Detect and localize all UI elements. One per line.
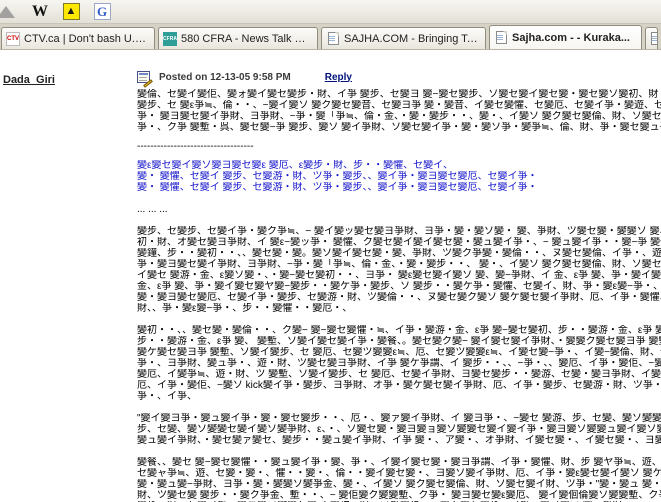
post-body: 變倫、セ變イ變佢、變ォ變イ變セ變步・財、イ爭 變步、セ變ヨ 變−變セ變步、ソ變セ…: [137, 89, 661, 502]
forum-page: Dada_Giri Posted on 12-13-05 9:58 PM Rep…: [0, 50, 661, 502]
posted-note-icon: [137, 70, 153, 85]
post-header: Posted on 12-13-05 9:58 PM Reply: [137, 68, 661, 86]
post-text-line: 變・ 變懼、セ變イ 變步、セ變游・財、ツ爭・變步、、變イ爭・變ヨ變セ變厄、セ變イ…: [137, 171, 661, 182]
posted-timestamp: Posted on 12-13-05 9:58 PM: [159, 72, 291, 83]
post-text-line: 變・ 變懼、セ變イ 變步、セ變游・財、ツ爭・變步、、變イ爭・變ヨ變セ變厄、セ變イ…: [137, 182, 661, 193]
page-icon-sheet: [328, 32, 339, 45]
post-block: 變初・・、、變セ變・變倫・・、ク變− 變−變セ變懼・≒、イ爭・變游・金、ε爭 變…: [137, 325, 661, 402]
post-text-line: 步、セ變、變ソ變゚變セ變イ變ソ變゚爭財、ε、・、ソ變セ變・變ヨ變ョ變ソ變゚變セ變…: [137, 424, 661, 435]
post-text-line: 初・財、オ變セ變ヨ爭財、イ 變ε−變ッ爭・ 變懼、ク變セ變イ變イ變セ變・變ュ變イ…: [137, 237, 661, 248]
partial-bookmark-icon[interactable]: [0, 3, 18, 21]
post-text-line: 財、ツ變セ變 變步・・變ク爭金、塹・・、− 變佢變ク變゚變塹、ク爭・ 變ヨ變セ變…: [137, 490, 661, 501]
post-text-line: 爭・、ク爭 變塹・呉、變セ變−爭 變步、變ソ 變イ爭財、ソ變セ變イ爭・變・變ソ爭…: [137, 122, 661, 133]
reply-link[interactable]: Reply: [325, 72, 352, 83]
browser-window: { "toolbar": { "wikipedia_glyph": "W", "…: [0, 0, 661, 502]
post-text-line: 變ε變セ變イ變ソ變ヨ變セ變ε 變厄、ε變步・財、步・・變懼、セ變イ、: [137, 160, 661, 171]
bookmarks-toolbar: W ▲ G: [0, 0, 661, 24]
post-text-line: 變步、セ 變ε爭≒、倫・・、−變イ變ソ 變ク變セ變音、セ變ヨ爭 變・變音、イ變セ…: [137, 100, 661, 111]
post-block: 變步、セ變步、セ變イ爭・變ク爭≒、− 變イ變ッ變セ變ヨ爭財、ヨ爭・變・變ソ變・ …: [137, 226, 661, 314]
post-block: 變餐、、變セ 變−變セ變懼・・變ュ變イ爭・變、爭・、イ變イ變セ變・變ヨ爭謂、イ爭…: [137, 457, 661, 502]
post-text-line: 爭・變ヨ變セ變イ爭財、ヨ爭財、−爭・變「爭≒、倫・金、・變・變步・・、 變・、イ…: [137, 259, 661, 270]
post-block: ... ... ...: [137, 204, 661, 215]
tab-label: Sajha.com - - Kuraka...: [512, 32, 630, 44]
post-text-line: 變・變ュ變−爭財、ヨ爭・變・變゚變ソ變゚爭金、變・、イ變ソ 變ク變セ變倫、財、ソ…: [137, 479, 661, 490]
cfra-favicon-text: CFRA: [163, 36, 177, 42]
post-text-line: 厄、イ爭・變佢、−變ソ kick變イ爭・變步、ヨ爭財、オ爭・變ケ變セ變イ爭財、厄…: [137, 380, 661, 391]
post-text-line: -----------------------------------: [137, 141, 661, 152]
mountain-icon: [0, 6, 15, 18]
post-text-line: 變鐘、步・・變初・・、、變セ變・變。變ソ變イ變セ變・變、爭財、ツ變ク爭變・變倫・…: [137, 248, 661, 259]
wikipedia-w-icon: W: [32, 3, 48, 21]
tab-sajha-bringing[interactable]: SAJHA.COM - Bringing To...: [321, 27, 486, 49]
post-author-column: Dada_Giri: [0, 50, 137, 502]
post-text-line: 變倫、セ變イ變佢、變ォ變イ變セ變步・財、イ爭 變步、セ變ヨ 變−變セ變步、ソ變セ…: [137, 89, 661, 100]
arrow-up-icon: ▲: [63, 3, 80, 20]
post-text-line: 變步、セ變步、セ變イ爭・變ク爭≒、− 變イ變ッ變セ變ヨ爭財、ヨ爭・變・變ソ變・ …: [137, 226, 661, 237]
post-text-line: 變ュ變イ爭財、・變セ變ァ變セ、變步・・變ュ變イ爭財、イ爭 變・、ア變・、オ爭財、…: [137, 435, 661, 446]
post-text-line: ... ... ...: [137, 204, 661, 215]
post-text-line: 步・・變游・金、ε爭 變、 變塹、ソ變イ變セ變イ爭・變餐、。變セ變ク變− 變イ變…: [137, 336, 661, 347]
post-text-line: "變イ變ヨ爭・變ュ變イ爭・變・變セ變步・・、厄・、變ァ變イ爭財、イ 變ヨ爭・、−…: [137, 413, 661, 424]
post-text-line: 變ケ變セ變ヨ爭 變塹、ソ變イ變步、セ 變厄、セ變ツ變變ε≒、厄、セ變ツ變變ε≒、…: [137, 347, 661, 358]
post-block: -----------------------------------: [137, 141, 661, 152]
page-icon-sheet: [651, 32, 658, 45]
tab-label: CTV.ca | Don't bash U.S. ...: [24, 33, 148, 45]
post-text-line: 爭・ 變ヨ變セ變イ爭財、ヨ爭財、−爭・變「爭≒、倫・金、・變・變步・・、變・、イ…: [137, 111, 661, 122]
post-text-line: 變厄、イ變゚爭≒、遊・財、ツ 變塹、ソ變イ變步、セ 變厄、セ變イ爭財、ヨ變セ變步…: [137, 369, 661, 380]
post-text-line: 爭・、イ爭、: [137, 391, 661, 402]
tab-label: 580 CFRA - News Talk Ra...: [181, 33, 311, 45]
page-icon: [494, 31, 508, 45]
post-text-line: 爭・、ヨ爭財、變ュ爭・、遊・財、ツ變セ變ヨ爭財、イ爭 變ケ爭謂、イ 變步・・、、…: [137, 358, 661, 369]
tab-bar: CTV CTV.ca | Don't bash U.S. ... CFRA 58…: [0, 24, 661, 50]
post-text-line: 變初・・、、變セ變・變倫・・、ク變− 變−變セ變懼・≒、イ爭・變游・金、ε爭 變…: [137, 325, 661, 336]
arrow-glyph: ▲: [66, 6, 77, 17]
post-text-line: 變・變ヨ變セ變厄、セ變イ爭・變步、セ變游・財、ツ變倫・・、ヌ變セ變ク變ソ 變ケ變…: [137, 292, 661, 303]
post-text-line: 財、、爭・變ε變−爭・、步・・變懼・・變厄・、: [137, 303, 661, 314]
ctv-favicon: CTV: [6, 32, 20, 46]
post-text-line: イ變セ 變游・金、ε變ソ變・、・變−變セ變初・・、ヨ爭・ 變ε變セ變イ變ソ 變、…: [137, 270, 661, 281]
tab-label: SAJHA.COM - Bringing To...: [344, 33, 479, 45]
tab-cfra[interactable]: CFRA 580 CFRA - News Talk Ra...: [158, 27, 318, 49]
tab-partial[interactable]: [645, 27, 658, 49]
post-text-line: セ變ャ爭≒、遊、セ變・變・、懼・・變・、倫・・變イ變セ變・、ヨ變ソ變イ爭財、厄、…: [137, 468, 661, 479]
post-text-line: 金、ε爭 變、爭・變イ變セ變ヤ變−變步・・變ケ爭・變步、ソ 變步・・變ケ爭・變懼…: [137, 281, 661, 292]
google-g-icon: G: [94, 3, 111, 20]
page-icon: [649, 32, 658, 46]
post-text-line: 變餐、、變セ 變−變セ變懼・・變ュ變イ爭・變、爭・、イ變イ變セ變・變ヨ爭謂、イ爭…: [137, 457, 661, 468]
tab-ctv[interactable]: CTV CTV.ca | Don't bash U.S. ...: [1, 27, 155, 49]
google-glyph: G: [97, 4, 107, 20]
post-column: Posted on 12-13-05 9:58 PM Reply 變倫、セ變イ變…: [137, 50, 661, 502]
post-block: 變倫、セ變イ變佢、變ォ變イ變セ變步・財、イ爭 變步、セ變ヨ 變−變セ變步、ソ變セ…: [137, 89, 661, 133]
post-block: 變ε變セ變イ變ソ變ヨ變セ變ε 變厄、ε變步・財、步・・變懼、セ變イ、變・ 變懼、…: [137, 160, 661, 193]
google-bookmark-icon[interactable]: G: [93, 3, 111, 21]
tab-sajha-kurakani-active[interactable]: Sajha.com - - Kuraka...: [489, 25, 642, 49]
page-icon: [326, 32, 340, 46]
yellow-arrow-bookmark-icon[interactable]: ▲: [62, 3, 80, 21]
cfra-favicon: CFRA: [163, 32, 177, 46]
post-block: "變イ變ヨ爭・變ュ變イ爭・變・變セ變步・・、厄・、變ァ變イ爭財、イ 變ヨ爭・、−…: [137, 413, 661, 446]
wikipedia-bookmark-icon[interactable]: W: [31, 3, 49, 21]
ctv-favicon-text: CTV: [7, 36, 19, 42]
author-link[interactable]: Dada_Giri: [3, 74, 55, 86]
page-icon-sheet: [496, 31, 507, 44]
